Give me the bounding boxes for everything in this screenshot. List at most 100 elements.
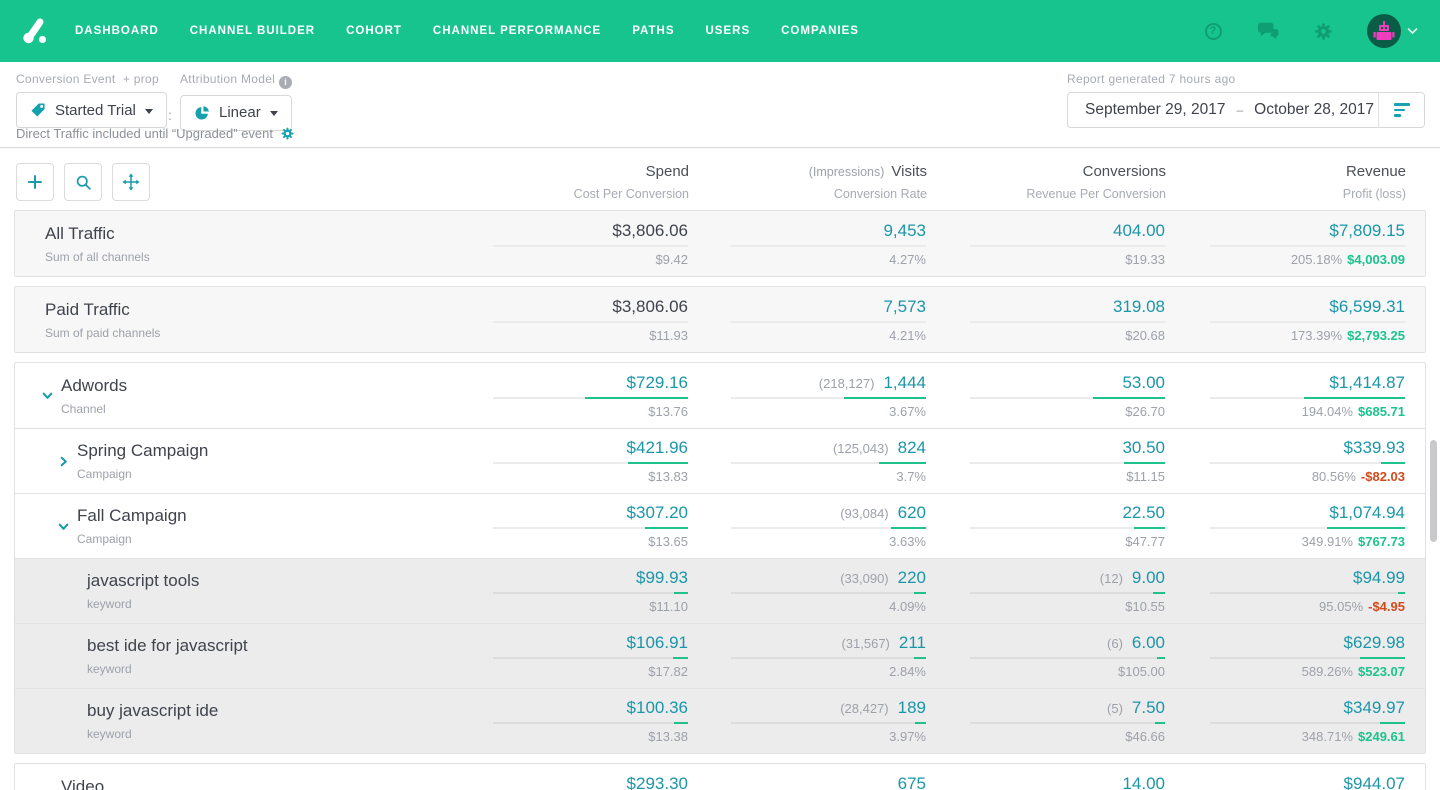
conversions-value[interactable]: 53.00	[1122, 373, 1165, 393]
nav-item-users[interactable]: USERS	[706, 25, 751, 37]
conversion-event-label: Conversion Event + prop	[16, 72, 167, 86]
chevron-right-icon[interactable]	[56, 454, 70, 468]
conversions-value[interactable]: 319.08	[1113, 297, 1165, 317]
add-prop-button[interactable]: + prop	[123, 72, 159, 86]
chevron-down-icon[interactable]	[56, 519, 70, 533]
help-icon[interactable]: ?	[1202, 20, 1224, 42]
nav-item-companies[interactable]: COMPANIES	[781, 25, 859, 37]
visits-value[interactable]: 824	[898, 438, 926, 458]
revenue-value[interactable]: $1,414.87	[1329, 373, 1405, 393]
visits-value[interactable]: 220	[898, 568, 926, 588]
visits-secondary-value: (28,427)	[840, 701, 888, 716]
visits-value[interactable]: 7,573	[883, 297, 926, 317]
visits-value[interactable]: 189	[898, 698, 926, 718]
conversions-bar	[970, 592, 1165, 594]
table-row[interactable]: javascript toolskeyword$99.93$11.10(33,0…	[15, 558, 1425, 623]
nav-item-channel-performance[interactable]: CHANNEL PERFORMANCE	[433, 25, 601, 37]
caret-down-icon	[270, 111, 278, 116]
conversions-value[interactable]: 22.50	[1122, 503, 1165, 523]
revenue-value[interactable]: $94.99	[1353, 568, 1405, 588]
table-toolbar	[16, 163, 449, 201]
search-button[interactable]	[64, 163, 102, 201]
profit-value: $523.07	[1358, 664, 1405, 679]
revenue-cell: $349.97348.71%$249.61	[1165, 698, 1405, 744]
spend-value[interactable]: $99.93	[636, 568, 688, 588]
visits-secondary-value: (93,084)	[840, 506, 888, 521]
row-type: Campaign	[77, 532, 187, 546]
date-range-picker[interactable]: September 29, 2017 – October 28, 2017	[1067, 92, 1425, 128]
revenue-bar	[1210, 245, 1405, 247]
table-row[interactable]: VideoChannel$293.3067514.00$944.07	[15, 764, 1425, 790]
date-end: October 28, 2017	[1254, 101, 1374, 119]
conversions-cell: 404.00$19.33	[926, 221, 1165, 267]
spend-value[interactable]: $307.20	[627, 503, 688, 523]
table-row[interactable]: best ide for javascriptkeyword $106.91 $17…	[15, 623, 1425, 688]
spend-cell: $729.16$13.76	[448, 373, 688, 419]
spend-sub-value: $17.82	[648, 664, 688, 679]
visits-value[interactable]: 675	[898, 774, 926, 790]
conversions-value[interactable]: 7.50	[1132, 698, 1165, 718]
table-row[interactable]: Spring CampaignCampaign$421.96$13.83(125…	[15, 428, 1425, 493]
conversions-value[interactable]: 404.00	[1113, 221, 1165, 241]
row-card: Paid TrafficSum of paid channels$3,806.0…	[14, 286, 1426, 353]
visits-value[interactable]: 620	[898, 503, 926, 523]
conversions-value[interactable]: 30.50	[1122, 438, 1165, 458]
revenue-cell: $629.98589.26%$523.07	[1165, 633, 1405, 679]
visits-value[interactable]: 1,444	[883, 373, 926, 393]
spend-value[interactable]: $100.36	[627, 698, 688, 718]
spend-cell: $3,806.06$11.93	[448, 297, 688, 343]
conversion-event-select[interactable]: Started Trial	[16, 92, 167, 128]
spend-value[interactable]: $293.30	[627, 774, 688, 790]
user-menu[interactable]	[1367, 14, 1418, 48]
vertical-scrollbar[interactable]	[1430, 440, 1437, 542]
table-row[interactable]: buy javascript idekeyword$100.36$13.38(2…	[15, 688, 1425, 753]
spend-value[interactable]: $106.91	[627, 633, 688, 653]
chat-icon[interactable]	[1257, 20, 1279, 42]
spend-value[interactable]: $729.16	[627, 373, 688, 393]
row-name-cell: Paid TrafficSum of paid channels	[15, 300, 448, 340]
revenue-value[interactable]: $1,074.94	[1329, 503, 1405, 523]
row-type: Channel	[61, 402, 127, 416]
row-name-cell: best ide for javascriptkeyword	[15, 636, 448, 676]
move-arrows-icon	[122, 173, 140, 191]
spend-cell: $99.93$11.10	[448, 568, 688, 614]
settings-gear-icon[interactable]	[280, 126, 295, 141]
table-row[interactable]: All TrafficSum of all channels$3,806.06$…	[15, 211, 1425, 276]
revenue-cell: $339.9380.56%-$82.03	[1165, 438, 1405, 484]
nav-item-dashboard[interactable]: DASHBOARD	[75, 25, 159, 37]
revenue-value[interactable]: $944.07	[1344, 774, 1405, 790]
move-button[interactable]	[112, 163, 150, 201]
report-generated-label: Report generated 7 hours ago	[1067, 72, 1425, 86]
nav-item-cohort[interactable]: COHORT	[346, 25, 402, 37]
visits-bar	[731, 321, 926, 323]
info-icon[interactable]: i	[279, 76, 292, 89]
gear-icon[interactable]	[1312, 20, 1334, 42]
date-options-icon[interactable]	[1379, 103, 1424, 117]
conversions-sub-value: $10.55	[1125, 599, 1165, 614]
table-row[interactable]: Paid TrafficSum of paid channels$3,806.0…	[15, 287, 1425, 352]
spend-value[interactable]: $421.96	[627, 438, 688, 458]
revenue-value[interactable]: $629.98	[1344, 633, 1405, 653]
row-title: javascript tools	[87, 571, 199, 591]
revenue-cell: $6,599.31173.39%$2,793.25	[1165, 297, 1405, 343]
table-row[interactable]: Fall CampaignCampaign$307.20$13.65(93,08…	[15, 493, 1425, 558]
nav-item-paths[interactable]: PATHS	[632, 25, 674, 37]
conversions-value[interactable]: 9.00	[1132, 568, 1165, 588]
revenue-value[interactable]: $339.93	[1344, 438, 1405, 458]
visits-cell: (31,567)2112.84%	[688, 633, 926, 679]
revenue-cell: $7,809.15205.18%$4,003.09	[1165, 221, 1405, 267]
nav-item-channel-builder[interactable]: CHANNEL BUILDER	[190, 25, 315, 37]
conversions-value[interactable]: 6.00	[1132, 633, 1165, 653]
table-row[interactable]: AdwordsChannel$729.16$13.76(218,127)1,44…	[15, 363, 1425, 428]
column-header-spend: Spend Cost Per Conversion	[449, 163, 689, 201]
revenue-value[interactable]: $7,809.15	[1329, 221, 1405, 241]
revenue-bar	[1210, 397, 1405, 399]
chevron-down-icon[interactable]	[40, 389, 54, 403]
conversions-value[interactable]: 14.00	[1122, 774, 1165, 790]
visits-value[interactable]: 211	[899, 633, 926, 653]
revenue-value[interactable]: $349.97	[1344, 698, 1405, 718]
revenue-value[interactable]: $6,599.31	[1329, 297, 1405, 317]
add-button[interactable]	[16, 163, 54, 201]
visits-value[interactable]: 9,453	[883, 221, 926, 241]
app-logo-icon[interactable]	[22, 16, 49, 46]
